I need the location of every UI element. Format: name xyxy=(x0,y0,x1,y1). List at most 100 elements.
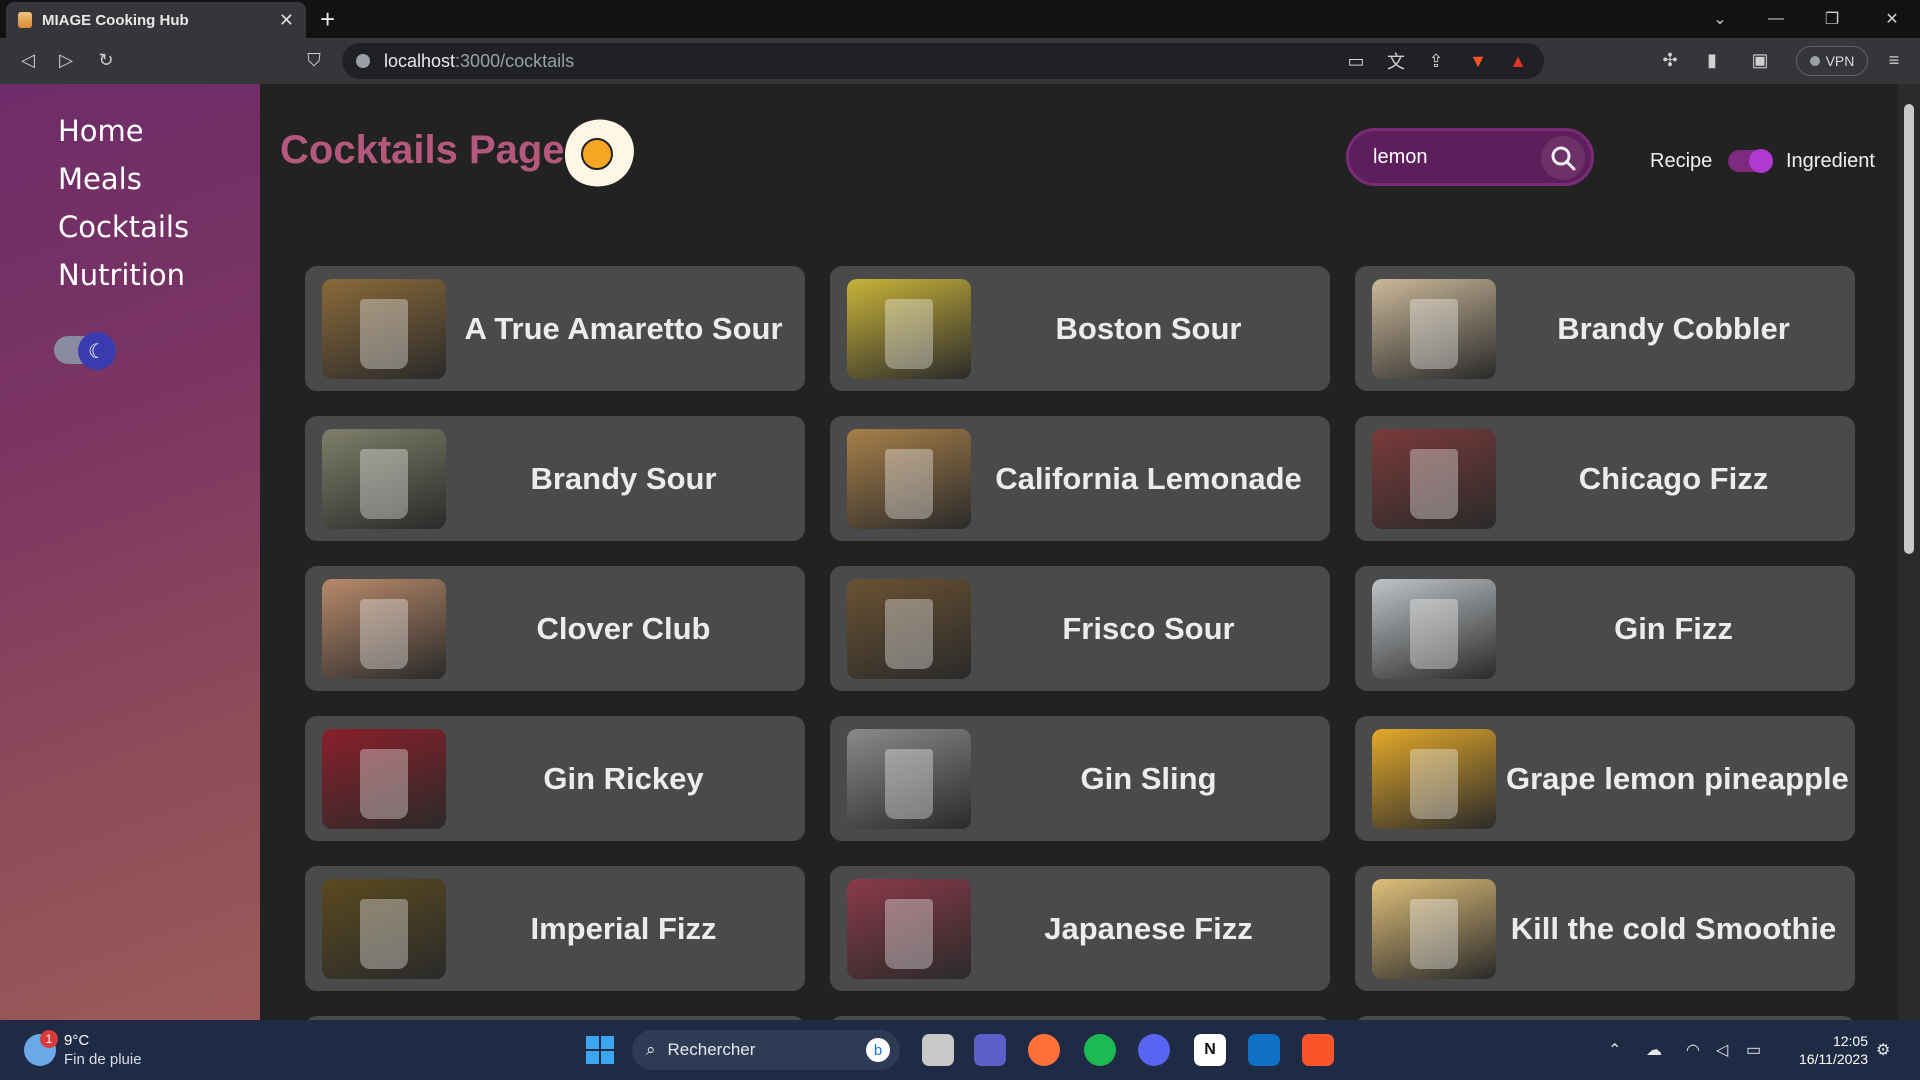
notion-icon[interactable]: N xyxy=(1194,1034,1226,1066)
close-tab-icon[interactable]: ✕ xyxy=(279,10,294,31)
search-input[interactable] xyxy=(1373,145,1523,169)
vscode-icon[interactable] xyxy=(1248,1034,1280,1066)
show-hidden-icons[interactable]: ⌃ xyxy=(1608,1040,1621,1060)
brave-rewards-icon[interactable]: ▲ xyxy=(1504,47,1532,75)
fried-egg-icon xyxy=(563,117,636,189)
vpn-button[interactable]: VPN xyxy=(1796,46,1868,76)
back-icon[interactable]: ◁ xyxy=(14,46,42,74)
cocktail-card[interactable]: Kill the cold Smoothie xyxy=(1355,866,1855,991)
cocktail-card[interactable]: Chicago Fizz xyxy=(1355,416,1855,541)
cocktail-card[interactable]: Japanese Fizz xyxy=(830,866,1330,991)
cocktail-card[interactable]: Gin Fizz xyxy=(1355,566,1855,691)
vpn-status-icon xyxy=(1809,56,1820,66)
cocktail-card[interactable]: A True Amaretto Sour xyxy=(305,266,805,391)
brave-icon[interactable] xyxy=(1302,1034,1334,1066)
reload-icon[interactable]: ↻ xyxy=(92,46,120,74)
taskbar: 1 9°C Fin de pluie ⌕ Rechercher b N ⌃ ☁ … xyxy=(0,1020,1920,1080)
cocktail-name: Gin Fizz xyxy=(1614,610,1733,646)
site-info-icon[interactable] xyxy=(356,54,370,68)
battery-icon[interactable]: ▭ xyxy=(1746,1040,1761,1060)
start-icon[interactable] xyxy=(586,1036,614,1064)
cocktail-card[interactable]: Gin Rickey xyxy=(305,716,805,841)
search-icon xyxy=(1551,146,1576,171)
bing-icon[interactable]: b xyxy=(866,1038,890,1062)
taskbar-search-label: Rechercher xyxy=(667,1040,756,1059)
onedrive-icon[interactable]: ☁ xyxy=(1646,1040,1662,1060)
mode-label-recipe: Recipe xyxy=(1650,150,1713,172)
cocktail-card[interactable]: California Lemonade xyxy=(830,416,1330,541)
minimize-button[interactable]: — xyxy=(1748,0,1804,38)
cocktail-name: Gin Sling xyxy=(1080,760,1217,796)
cocktail-name: Brandy Sour xyxy=(530,460,717,496)
cocktail-name: Imperial Fizz xyxy=(530,910,717,946)
weather-temp[interactable]: 9°C xyxy=(64,1032,89,1049)
taskbar-search[interactable]: ⌕ Rechercher b xyxy=(632,1030,900,1070)
cocktail-name: Gin Rickey xyxy=(543,760,704,796)
weather-desc[interactable]: Fin de pluie xyxy=(64,1051,142,1068)
new-tab-button[interactable]: + xyxy=(320,4,335,34)
teams-icon[interactable] xyxy=(974,1034,1006,1066)
cast-icon[interactable]: ▭ xyxy=(1342,47,1370,75)
cocktail-card[interactable]: Frisco Sour xyxy=(830,566,1330,691)
cocktail-name: Grape lemon pineapple xyxy=(1506,760,1849,796)
nav-home[interactable]: Home xyxy=(58,114,144,148)
search-icon: ⌕ xyxy=(646,1040,656,1059)
clock[interactable]: 12:05 16/11/2023 xyxy=(1784,1032,1868,1068)
brave-shields-icon[interactable]: ▼ xyxy=(1464,47,1492,75)
cocktail-image xyxy=(322,728,446,829)
page-scrollbar[interactable] xyxy=(1898,84,1920,1020)
file-explorer-icon[interactable] xyxy=(922,1034,954,1066)
dark-mode-toggle[interactable]: ☾ xyxy=(54,332,116,370)
close-window-button[interactable]: ✕ xyxy=(1864,0,1920,38)
cocktail-image xyxy=(1372,878,1496,979)
nav-cocktails[interactable]: Cocktails xyxy=(58,210,189,244)
nav-nutrition[interactable]: Nutrition xyxy=(58,258,185,292)
nav-meals[interactable]: Meals xyxy=(58,162,142,196)
wallet-icon[interactable]: ▣ xyxy=(1746,46,1774,74)
spotify-icon[interactable] xyxy=(1084,1034,1116,1066)
bookmark-icon[interactable]: ⛉ xyxy=(300,46,328,74)
firefox-icon[interactable] xyxy=(1028,1034,1060,1066)
search-mode-toggle[interactable] xyxy=(1728,149,1773,173)
notifications-icon[interactable]: ⚙ xyxy=(1876,1040,1890,1060)
share-icon[interactable]: ⇪ xyxy=(1422,47,1450,75)
cocktail-card[interactable]: Brandy Cobbler xyxy=(1355,266,1855,391)
cocktail-image xyxy=(847,428,971,529)
cocktail-name: Chicago Fizz xyxy=(1578,460,1769,496)
forward-icon[interactable]: ▷ xyxy=(52,46,80,74)
cocktail-name: Brandy Cobbler xyxy=(1557,310,1790,346)
cocktail-name: Clover Club xyxy=(536,610,711,646)
address-bar[interactable]: localhost :3000/cocktails ▭ 文 ⇪ ▼ ▲ xyxy=(342,43,1544,79)
cocktail-image xyxy=(1372,728,1496,829)
cocktail-image xyxy=(322,278,446,379)
vpn-label: VPN xyxy=(1825,53,1855,69)
cocktail-card[interactable]: Grape lemon pineapple xyxy=(1355,716,1855,841)
restore-button[interactable]: ❐ xyxy=(1804,0,1860,38)
wifi-icon[interactable]: ◠ xyxy=(1686,1040,1700,1060)
browser-tab[interactable]: MIAGE Cooking Hub ✕ xyxy=(6,2,306,38)
menu-icon[interactable]: ≡ xyxy=(1880,46,1908,74)
cocktail-card[interactable]: Brandy Sour xyxy=(305,416,805,541)
sidebar-icon[interactable]: ▮ xyxy=(1698,46,1726,74)
search-button[interactable] xyxy=(1541,136,1585,180)
volume-icon[interactable]: ◁ xyxy=(1716,1040,1728,1060)
mode-label-ingredient: Ingredient xyxy=(1786,150,1875,172)
extensions-icon[interactable]: ✣ xyxy=(1656,46,1684,74)
site-favicon-icon xyxy=(18,12,32,28)
cocktail-image xyxy=(1372,278,1496,379)
cocktail-image xyxy=(847,578,971,679)
clock-date: 16/11/2023 xyxy=(1798,1051,1868,1067)
url-host: localhost xyxy=(384,50,456,71)
scrollbar-thumb[interactable] xyxy=(1904,104,1914,554)
discord-icon[interactable] xyxy=(1138,1034,1170,1066)
cocktail-card[interactable]: Gin Sling xyxy=(830,716,1330,841)
weather-badge: 1 xyxy=(40,1030,58,1048)
cocktail-card[interactable]: Boston Sour xyxy=(830,266,1330,391)
cocktail-name: Frisco Sour xyxy=(1062,610,1235,646)
tab-search-chevron-icon[interactable]: ⌄ xyxy=(1692,0,1748,38)
cocktail-image xyxy=(322,578,446,679)
search-box xyxy=(1346,128,1594,186)
cocktail-card[interactable]: Clover Club xyxy=(305,566,805,691)
translate-icon[interactable]: 文 xyxy=(1382,47,1410,75)
cocktail-card[interactable]: Imperial Fizz xyxy=(305,866,805,991)
